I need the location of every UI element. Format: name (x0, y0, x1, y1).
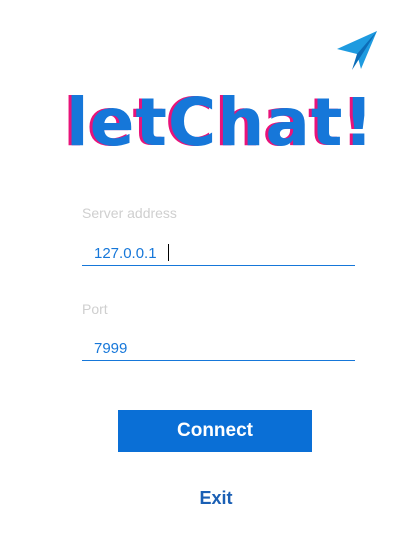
connect-button[interactable]: Connect (118, 410, 312, 452)
exit-button[interactable]: Exit (176, 484, 256, 512)
server-address-input[interactable] (82, 242, 355, 266)
port-input[interactable] (82, 337, 355, 361)
paper-plane-icon (337, 31, 377, 70)
text-caret (168, 244, 169, 261)
server-address-label: Server address (82, 205, 177, 221)
app-logo: letChat! (66, 84, 375, 161)
port-label: Port (82, 301, 108, 317)
login-window: letChat! Server address Port Connect Exi… (0, 0, 415, 554)
